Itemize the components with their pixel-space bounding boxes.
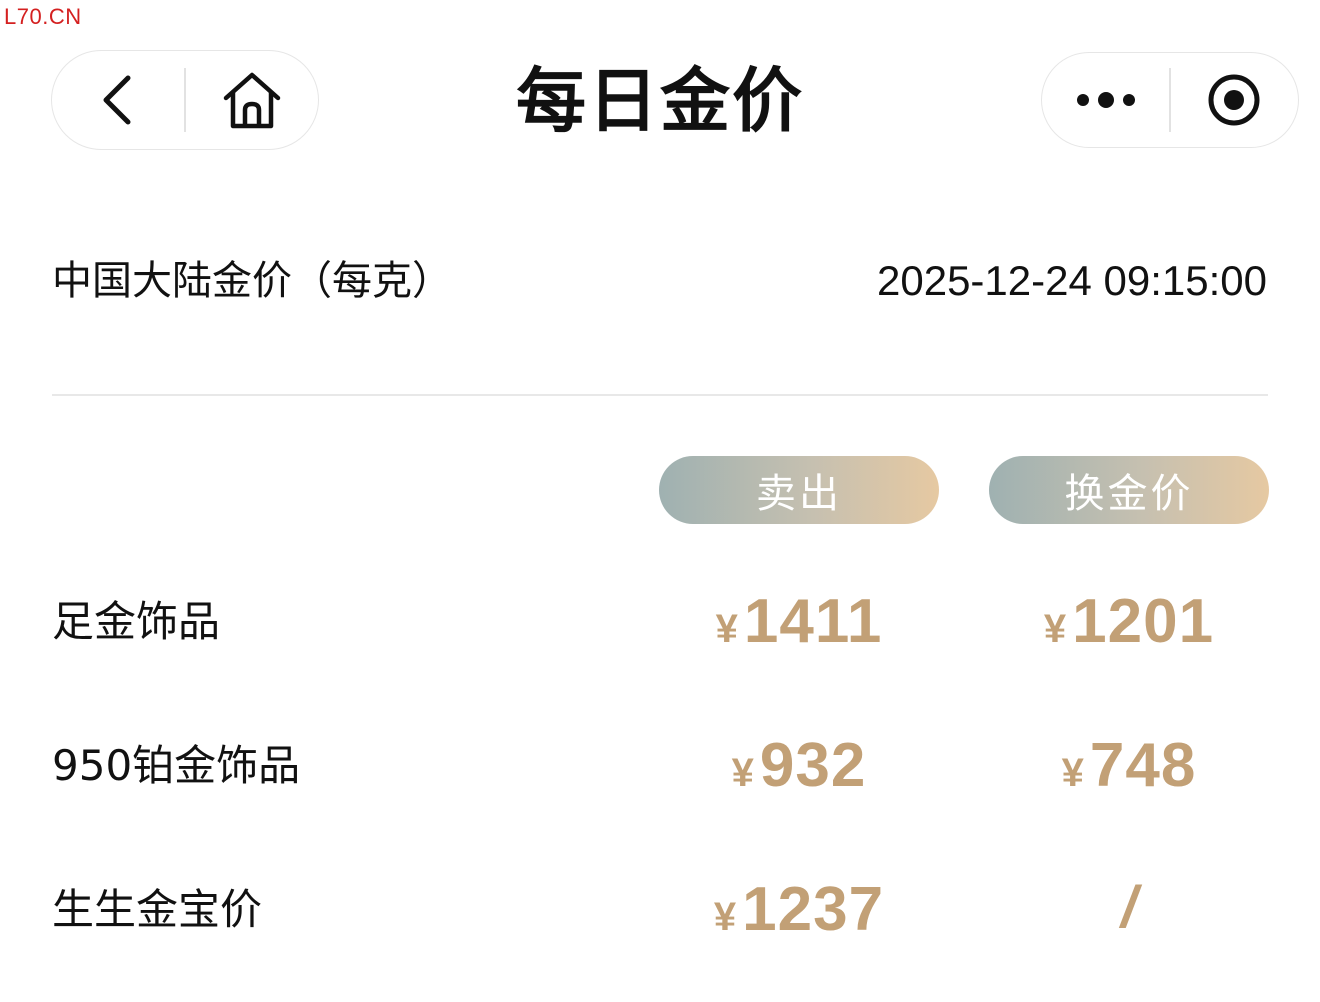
price-platinum-jewelry-exchange: ¥ 748 (989, 730, 1269, 801)
currency-symbol: ¥ (731, 751, 754, 795)
column-header-exchange: 换金价 (989, 456, 1269, 524)
watermark: L70.CN (4, 4, 82, 29)
price-gold-treasure-sell: ¥ 1237 (659, 874, 939, 945)
region-label: 中国大陆金价（每克） (52, 258, 452, 304)
update-timestamp: 2025-12-24 09:15:00 (877, 257, 1267, 304)
price-value: 1201 (1072, 587, 1215, 656)
page: L70.CN 每日金价 中国大陆金价（每克） 2025-12-24 09:15:… (0, 0, 1320, 1002)
row-label-gold-treasure: 生生金宝价 (52, 885, 263, 934)
price-value: 1237 (742, 875, 885, 944)
price-gold-treasure-exchange: / (989, 874, 1269, 941)
currency-symbol: ¥ (715, 607, 738, 651)
close-button[interactable] (1171, 53, 1298, 147)
row-label-gold-jewelry: 足金饰品 (52, 597, 221, 646)
more-button[interactable] (1042, 53, 1169, 147)
more-dots-icon (1076, 92, 1135, 108)
row-label-platinum-jewelry: 950铂金饰品 (52, 741, 301, 790)
price-value: 1411 (743, 587, 883, 656)
nav-capsule-right (1041, 52, 1299, 148)
section-divider (52, 394, 1268, 396)
price-value: 932 (759, 731, 867, 800)
price-platinum-jewelry-sell: ¥ 932 (659, 730, 939, 801)
price-gold-jewelry-sell: ¥ 1411 (659, 586, 939, 657)
currency-symbol: ¥ (713, 895, 737, 939)
target-circle-icon (1208, 74, 1260, 126)
currency-symbol: ¥ (1061, 751, 1084, 795)
column-header-sell: 卖出 (659, 456, 939, 524)
price-gold-jewelry-exchange: ¥ 1201 (989, 586, 1269, 657)
currency-symbol: ¥ (1043, 607, 1067, 651)
price-not-available: / (1120, 875, 1138, 940)
price-value: 748 (1089, 731, 1197, 800)
